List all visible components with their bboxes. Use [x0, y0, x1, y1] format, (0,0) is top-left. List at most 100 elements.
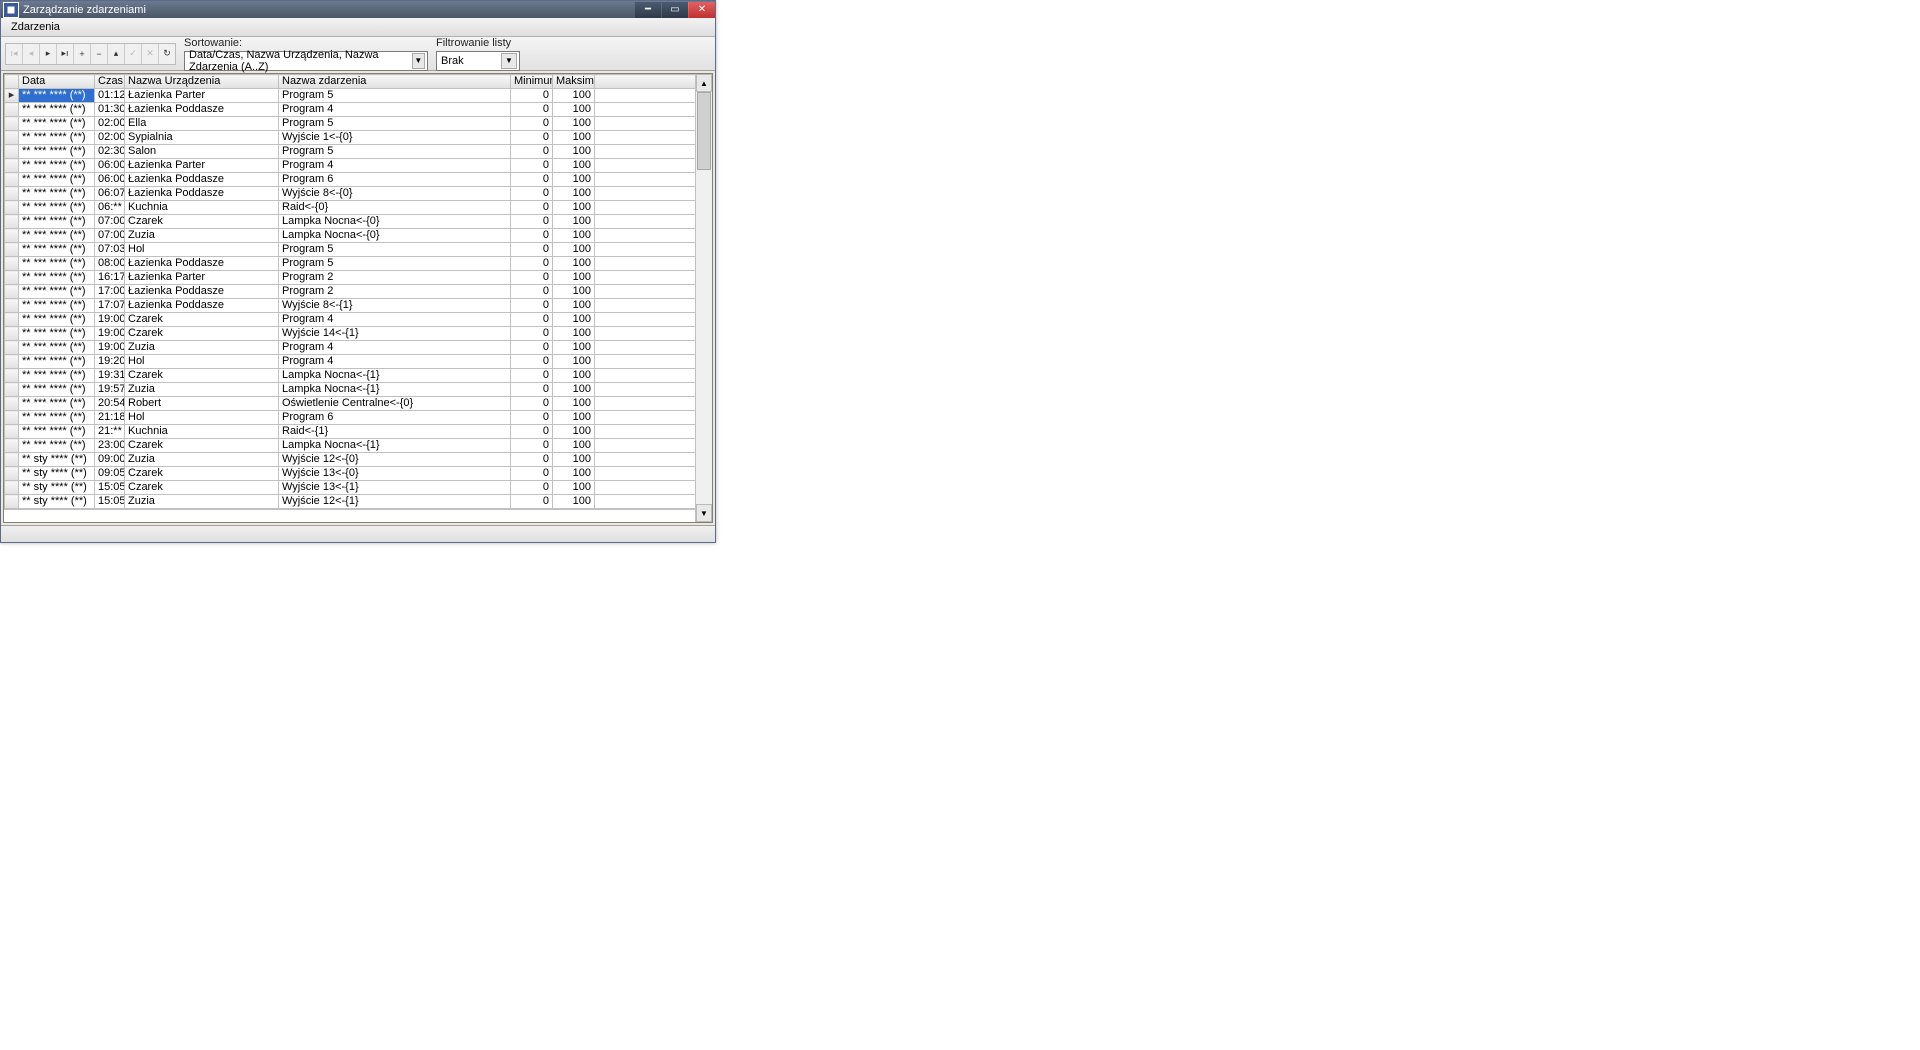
scroll-down-button[interactable]: ▼ — [696, 504, 712, 522]
col-header-data[interactable]: Data — [19, 75, 95, 89]
toolbar: ı◂ ◂ ▸ ▸ı + − ▴ ✓ ✕ ↻ Sortowanie: Data/C… — [1, 37, 715, 71]
table-row[interactable]: ** *** **** (**)16:17Łazienka ParterProg… — [5, 271, 712, 285]
cell-max: 100 — [553, 159, 595, 173]
cell-max: 100 — [553, 299, 595, 313]
nav-cancel-button[interactable]: ✕ — [142, 44, 159, 64]
close-button[interactable]: ✕ — [688, 2, 715, 18]
cell-czas: 01:12 — [95, 89, 125, 103]
nav-prev-button[interactable]: ◂ — [23, 44, 40, 64]
cell-urz: Łazienka Parter — [125, 271, 279, 285]
events-grid[interactable]: Data Czas Nazwa Urządzenia Nazwa zdarzen… — [3, 73, 713, 523]
menu-zdarzenia[interactable]: Zdarzenia — [5, 19, 66, 35]
row-marker — [5, 495, 19, 509]
table-row[interactable]: ** *** **** (**)06:00Łazienka ParterProg… — [5, 159, 712, 173]
table-row[interactable]: ** *** **** (**)17:07Łazienka PoddaszeWy… — [5, 299, 712, 313]
table-row[interactable]: ** sty **** (**)09:00ZuziaWyjście 12<-{0… — [5, 453, 712, 467]
cell-rest — [595, 89, 712, 103]
table-row[interactable]: ** *** **** (**)23:00CzarekLampka Nocna<… — [5, 439, 712, 453]
table-row[interactable]: ** *** **** (**)06:07Łazienka PoddaszeWy… — [5, 187, 712, 201]
scroll-thumb[interactable] — [697, 92, 711, 170]
col-header-czas[interactable]: Czas — [95, 75, 125, 89]
cell-data: ** *** **** (**) — [19, 229, 95, 243]
nav-edit-button[interactable]: ▴ — [108, 44, 125, 64]
filter-label: Filtrowanie listy — [436, 37, 520, 49]
vertical-scrollbar[interactable]: ▲ ▼ — [695, 74, 712, 522]
nav-delete-button[interactable]: − — [91, 44, 108, 64]
table-row[interactable]: ** *** **** (**)19:20HolProgram 40100 — [5, 355, 712, 369]
table-row[interactable]: ** sty **** (**)09:05CzarekWyjście 13<-{… — [5, 467, 712, 481]
cell-min: 0 — [511, 89, 553, 103]
table-row[interactable]: ** *** **** (**)06:**KuchniaRaid<-{0}010… — [5, 201, 712, 215]
table-row[interactable]: ** *** **** (**)02:00SypialniaWyjście 1<… — [5, 131, 712, 145]
cell-data: ** *** **** (**) — [19, 131, 95, 145]
cell-max: 100 — [553, 495, 595, 509]
nav-last-button[interactable]: ▸ı — [57, 44, 74, 64]
table-row[interactable]: ▸** *** **** (**)01:12Łazienka ParterPro… — [5, 89, 712, 103]
cell-data: ** *** **** (**) — [19, 397, 95, 411]
cell-zd: Lampka Nocna<-{1} — [279, 383, 511, 397]
nav-next-button[interactable]: ▸ — [40, 44, 57, 64]
table-row[interactable]: ** *** **** (**)06:00Łazienka PoddaszePr… — [5, 173, 712, 187]
table-row[interactable]: ** *** **** (**)07:00CzarekLampka Nocna<… — [5, 215, 712, 229]
table-row[interactable]: ** *** **** (**)19:00CzarekWyjście 14<-{… — [5, 327, 712, 341]
col-header-urz[interactable]: Nazwa Urządzenia — [125, 75, 279, 89]
scroll-up-button[interactable]: ▲ — [696, 74, 712, 92]
table-row[interactable]: ** *** **** (**)19:31CzarekLampka Nocna<… — [5, 369, 712, 383]
cell-max: 100 — [553, 103, 595, 117]
nav-refresh-button[interactable]: ↻ — [159, 44, 175, 64]
table-row[interactable]: ** *** **** (**)01:30Łazienka PoddaszePr… — [5, 103, 712, 117]
cell-urz: Łazienka Poddasze — [125, 285, 279, 299]
table-row[interactable]: ** *** **** (**)07:00ZuziaLampka Nocna<-… — [5, 229, 712, 243]
cell-urz: Zuzia — [125, 383, 279, 397]
cell-data: ** *** **** (**) — [19, 159, 95, 173]
table-row[interactable]: ** *** **** (**)08:00Łazienka PoddaszePr… — [5, 257, 712, 271]
filter-combo-value: Brak — [441, 55, 464, 67]
row-marker — [5, 397, 19, 411]
nav-post-button[interactable]: ✓ — [125, 44, 142, 64]
table-row[interactable]: ** *** **** (**)07:03HolProgram 50100 — [5, 243, 712, 257]
cell-rest — [595, 201, 712, 215]
nav-first-button[interactable]: ı◂ — [6, 44, 23, 64]
table-row[interactable]: ** sty **** (**)15:05CzarekWyjście 13<-{… — [5, 481, 712, 495]
cell-data: ** *** **** (**) — [19, 215, 95, 229]
table-row[interactable]: ** *** **** (**)17:00Łazienka PoddaszePr… — [5, 285, 712, 299]
col-header-max[interactable]: Maksimum — [553, 75, 595, 89]
cell-min: 0 — [511, 215, 553, 229]
cell-min: 0 — [511, 467, 553, 481]
table-row[interactable]: ** sty **** (**)15:05ZuziaWyjście 12<-{1… — [5, 495, 712, 509]
col-header-zd[interactable]: Nazwa zdarzenia — [279, 75, 511, 89]
table-row[interactable]: ** *** **** (**)21:**KuchniaRaid<-{1}010… — [5, 425, 712, 439]
cell-min: 0 — [511, 159, 553, 173]
table-row[interactable]: ** *** **** (**)19:00CzarekProgram 40100 — [5, 313, 712, 327]
cell-zd: Program 5 — [279, 257, 511, 271]
nav-add-button[interactable]: + — [74, 44, 91, 64]
row-marker — [5, 341, 19, 355]
cell-czas: 06:** — [95, 201, 125, 215]
cell-urz: Zuzia — [125, 341, 279, 355]
table-row[interactable]: ** *** **** (**)02:00EllaProgram 50100 — [5, 117, 712, 131]
cell-data: ** *** **** (**) — [19, 439, 95, 453]
table-row[interactable]: ** *** **** (**)21:18HolProgram 60100 — [5, 411, 712, 425]
table-row[interactable]: ** *** **** (**)20:54RobertOświetlenie C… — [5, 397, 712, 411]
col-header-min[interactable]: Minimum — [511, 75, 553, 89]
cell-urz: Ella — [125, 117, 279, 131]
scroll-track[interactable] — [696, 92, 712, 504]
titlebar[interactable]: Zarządzanie zdarzeniami ━ ▭ ✕ — [1, 1, 715, 18]
filter-combo[interactable]: Brak ▼ — [436, 51, 520, 71]
row-marker — [5, 285, 19, 299]
cell-min: 0 — [511, 299, 553, 313]
cell-zd: Lampka Nocna<-{1} — [279, 369, 511, 383]
cell-zd: Program 6 — [279, 173, 511, 187]
cell-min: 0 — [511, 229, 553, 243]
sort-combo[interactable]: Data/Czas, Nazwa Urządzenia, Nazwa Zdarz… — [184, 51, 428, 71]
minimize-button[interactable]: ━ — [634, 2, 661, 18]
cell-czas: 01:30 — [95, 103, 125, 117]
table-row[interactable]: ** *** **** (**)02:30SalonProgram 50100 — [5, 145, 712, 159]
maximize-button[interactable]: ▭ — [661, 2, 688, 18]
cell-urz: Hol — [125, 355, 279, 369]
cell-rest — [595, 383, 712, 397]
table-row[interactable]: ** *** **** (**)19:57ZuziaLampka Nocna<-… — [5, 383, 712, 397]
table-row[interactable]: ** *** **** (**)19:00ZuziaProgram 40100 — [5, 341, 712, 355]
cell-czas: 23:00 — [95, 439, 125, 453]
cell-min: 0 — [511, 173, 553, 187]
